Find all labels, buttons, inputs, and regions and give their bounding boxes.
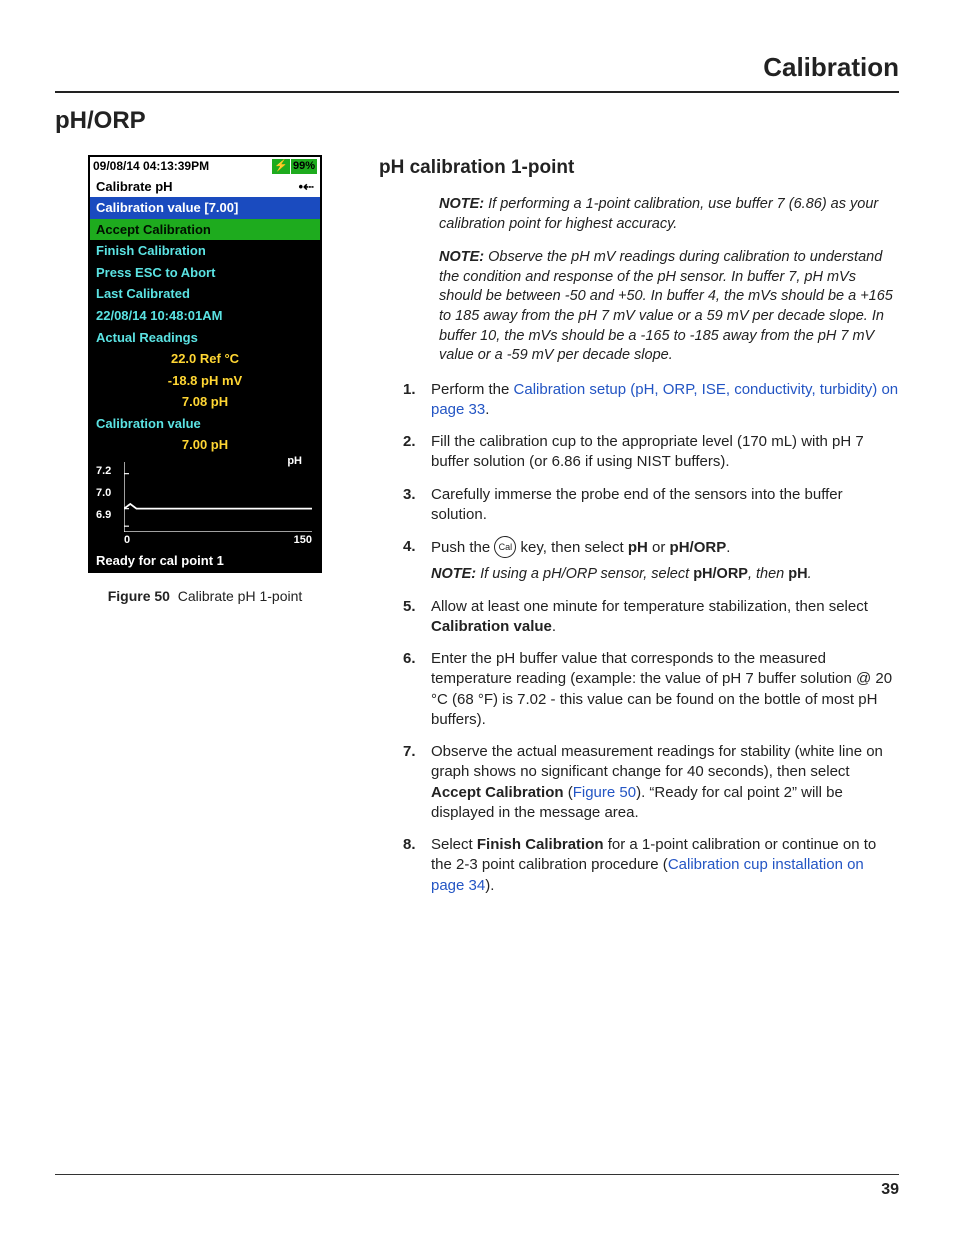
step-8: Select Finish Calibration for a 1-point …	[409, 835, 899, 908]
figure-label: Figure 50	[108, 588, 170, 604]
note-1: NOTE: If performing a 1-point calibratio…	[439, 195, 899, 234]
step-7-bold: Accept Calibration	[431, 784, 564, 801]
charging-icon: ⚡	[272, 159, 290, 174]
row-ph-mv: -18.8 pH mV	[90, 370, 320, 392]
step-4-note: NOTE: If using a pH/ORP sensor, select p…	[431, 565, 899, 585]
step-4-note-bold1: pH/ORP	[693, 566, 748, 582]
device-datetime: 09/08/14 04:13:39PM	[93, 158, 209, 174]
step-2: Fill the calibration cup to the appropri…	[409, 432, 899, 485]
step-7: Observe the actual measurement readings …	[409, 742, 899, 835]
note-1-text: If performing a 1-point calibration, use…	[439, 196, 878, 232]
steps-list: Perform the Calibration setup (pH, ORP, …	[379, 380, 899, 908]
step-5: Allow at least one minute for temperatur…	[409, 597, 899, 650]
note-label: NOTE:	[431, 566, 476, 582]
subsection-title: pH calibration 1-point	[379, 155, 899, 181]
figure-caption: Figure 50 Calibrate pH 1-point	[55, 587, 355, 606]
xtick: 150	[294, 533, 312, 548]
row-finish-calibration: Finish Calibration	[90, 240, 320, 262]
step-1: Perform the Calibration setup (pH, ORP, …	[409, 380, 899, 433]
footer-rule	[55, 1174, 899, 1175]
step-4-text-a: Push the	[431, 539, 494, 556]
step-8-text-c: ).	[485, 877, 494, 894]
running-head: Calibration	[55, 50, 899, 93]
device-footer: Ready for cal point 1	[90, 550, 320, 572]
row-actual-readings-label: Actual Readings	[90, 327, 320, 349]
row-cal-value-header: Calibration value [7.00]	[90, 197, 320, 219]
note-2-text: Observe the pH mV readings during calibr…	[439, 249, 893, 363]
section-title: pH/ORP	[55, 105, 899, 137]
step-4-bold-ph: pH	[628, 539, 648, 556]
ytick: 7.2	[96, 460, 111, 482]
note-2: NOTE: Observe the pH mV readings during …	[439, 248, 899, 365]
step-6: Enter the pH buffer value that correspon…	[409, 649, 899, 742]
step-1-text-b: .	[485, 401, 489, 418]
xtick: 0	[124, 533, 130, 548]
step-1-text-a: Perform the	[431, 381, 514, 398]
step-4-text-d: .	[726, 539, 730, 556]
note-label: NOTE:	[439, 249, 484, 265]
step-4-bold-phorp: pH/ORP	[670, 539, 727, 556]
step-7-text-a: Observe the actual measurement readings …	[431, 743, 883, 780]
step-4-text-b: key, then select	[516, 539, 627, 556]
row-cal-value: 7.00 pH	[90, 434, 320, 456]
step-3: Carefully immerse the probe end of the s…	[409, 485, 899, 538]
device-title: Calibrate pH	[96, 178, 173, 196]
row-last-calibrated-time: 22/08/14 10:48:01AM	[90, 305, 320, 327]
step-7-text-b: (	[564, 784, 573, 801]
row-accept-calibration: Accept Calibration	[90, 219, 320, 241]
page-number: 39	[881, 1179, 899, 1201]
row-press-esc: Press ESC to Abort	[90, 262, 320, 284]
step-5-bold: Calibration value	[431, 618, 552, 635]
row-ref-temp: 22.0 Ref °C	[90, 348, 320, 370]
step-4-note-c: .	[808, 566, 812, 582]
ytick: 7.0	[96, 482, 111, 504]
figure-text: Calibrate pH 1-point	[178, 588, 303, 604]
row-ph: 7.08 pH	[90, 391, 320, 413]
row-last-calibrated-label: Last Calibrated	[90, 283, 320, 305]
note-label: NOTE:	[439, 196, 484, 212]
step-8-text-a: Select	[431, 836, 477, 853]
step-8-bold: Finish Calibration	[477, 836, 604, 853]
cal-key-icon: Cal	[494, 536, 516, 558]
device-title-row: Calibrate pH •⇠	[90, 176, 320, 198]
device-status-bar: 09/08/14 04:13:39PM ⚡ 99%	[90, 157, 320, 175]
step-4: Push the Cal key, then select pH or pH/O…	[409, 537, 899, 597]
battery-percent: 99%	[291, 159, 317, 174]
step-5-text-b: .	[552, 618, 556, 635]
step-4-note-bold2: pH	[788, 566, 807, 582]
step-4-note-b: , then	[748, 566, 788, 582]
row-cal-value-label: Calibration value	[90, 413, 320, 435]
plot-xticks: 0 150	[124, 533, 312, 548]
plot-yticks: 7.2 7.0 6.9	[96, 460, 111, 526]
link-figure-50[interactable]: Figure 50	[573, 784, 636, 801]
step-4-note-a: If using a pH/ORP sensor, select	[480, 566, 693, 582]
step-5-text-a: Allow at least one minute for temperatur…	[431, 598, 868, 615]
device-plot: pH 7.2 7.0 6.9	[90, 456, 320, 550]
device-screenshot: 09/08/14 04:13:39PM ⚡ 99% Calibrate pH •…	[88, 155, 322, 573]
usb-icon: •⇠	[299, 178, 314, 196]
ytick: 6.9	[96, 504, 111, 526]
step-4-text-c: or	[648, 539, 670, 556]
